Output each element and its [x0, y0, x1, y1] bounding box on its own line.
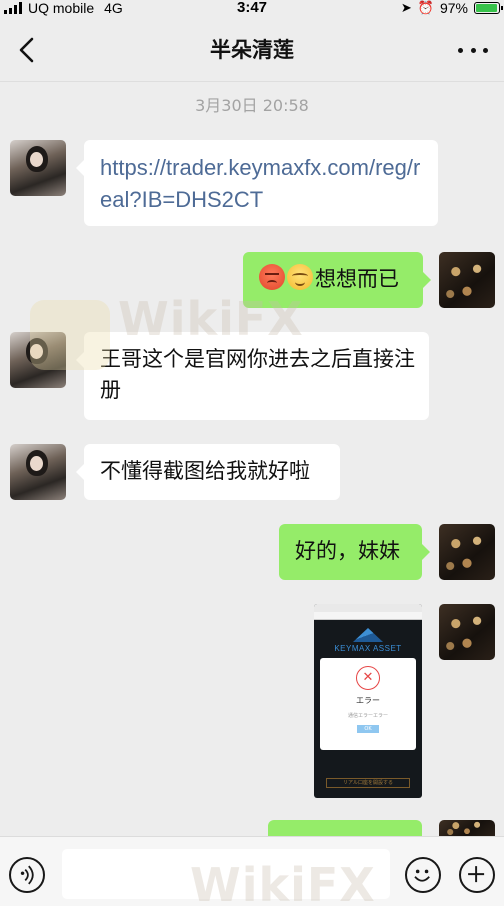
angry-emoji-icon	[259, 264, 285, 290]
message-link[interactable]: https://trader.keymaxfx.com/reg/real?IB=…	[100, 155, 420, 212]
message-timestamp: 3月30日 20:58	[195, 96, 309, 115]
open-account-button: リアル口座を開設する	[326, 778, 410, 788]
chat-title: 半朵清莲	[210, 38, 294, 62]
emoji-icon[interactable]	[405, 857, 441, 893]
location-icon: ➤	[400, 0, 412, 15]
message-text: 不懂得截图给我就好啦	[100, 459, 310, 483]
battery-percent: 97%	[439, 0, 468, 16]
contact-avatar[interactable]	[10, 444, 66, 500]
status-bar: UQ mobile 4G 3:47 ➤ ⏰ 97%	[0, 0, 504, 16]
message-bubble-sent[interactable]: 想想而已	[243, 252, 431, 308]
message-bubble-received[interactable]: 不懂得截图给我就好啦	[76, 444, 340, 500]
message-input[interactable]	[62, 849, 390, 899]
sent-image-screenshot[interactable]: KEYMAX ASSET ✕ エラー 通信エラーエラー OK リアル口座を開設す…	[314, 604, 422, 798]
message-bubble-sent[interactable]: 好的，妹妹	[279, 524, 430, 580]
message-text: 王哥这个是官网你进去之后直接注册	[100, 347, 415, 402]
message-bubble-link[interactable]: https://trader.keymaxfx.com/reg/real?IB=…	[76, 140, 438, 226]
error-message: 通信エラーエラー	[347, 713, 388, 719]
voice-icon[interactable]	[9, 857, 45, 893]
more-icon[interactable]	[458, 36, 488, 64]
error-icon: ✕	[356, 666, 380, 690]
smile-emoji-icon	[287, 264, 313, 290]
nav-bar: 半朵清莲	[0, 18, 504, 82]
input-bar	[0, 836, 504, 906]
user-avatar[interactable]	[439, 524, 495, 580]
message-bubble-received[interactable]: 王哥这个是官网你进去之后直接注册	[76, 332, 429, 420]
user-avatar[interactable]	[439, 604, 495, 660]
watermark-badge	[30, 300, 110, 370]
message-text: 好的，妹妹	[295, 539, 400, 563]
error-dialog: ✕ エラー 通信エラーエラー OK	[320, 658, 416, 750]
contact-avatar[interactable]	[10, 140, 66, 196]
user-avatar[interactable]	[439, 820, 495, 836]
user-avatar[interactable]	[439, 252, 495, 308]
error-ok-button: OK	[357, 725, 379, 733]
plus-icon[interactable]	[459, 857, 495, 893]
message-text: 想想而已	[315, 267, 399, 291]
keymax-logo-icon	[353, 628, 383, 642]
screenshot-brand: KEYMAX ASSET	[334, 644, 402, 653]
error-title: エラー	[356, 696, 380, 705]
alarm-icon: ⏰	[417, 0, 434, 15]
battery-icon	[474, 2, 503, 14]
